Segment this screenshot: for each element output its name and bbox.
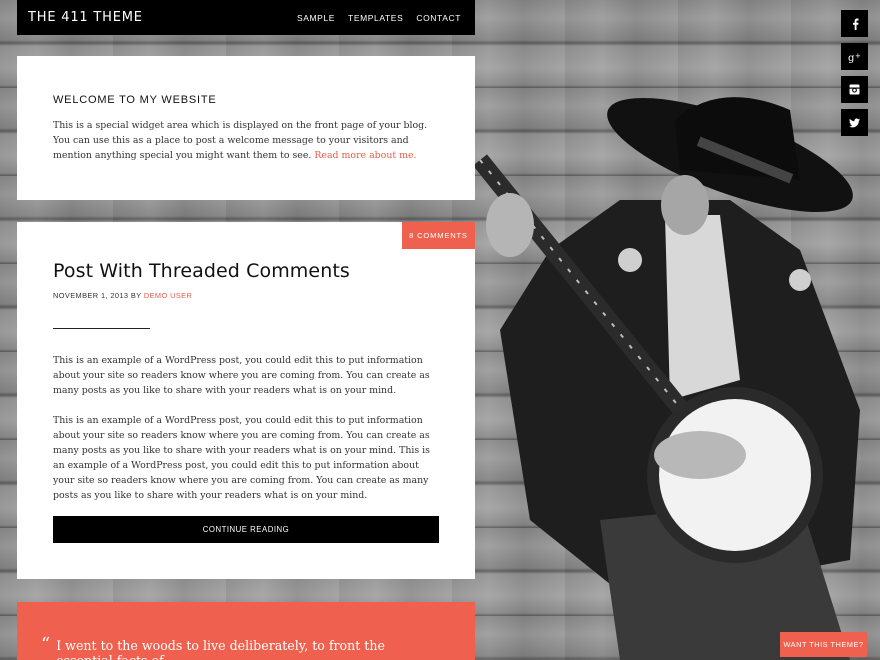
banjo-player-photo bbox=[472, 97, 860, 660]
social-icons: g + bbox=[841, 10, 868, 136]
nav-item-templates[interactable]: TEMPLATES bbox=[348, 13, 403, 23]
comments-count-badge[interactable]: 8 COMMENTS bbox=[402, 222, 475, 249]
nav-item-contact[interactable]: CONTACT bbox=[416, 13, 461, 23]
post-meta: NOVEMBER 1, 2013 BY DEMO USER bbox=[53, 291, 439, 300]
primary-nav: SAMPLE TEMPLATES CONTACT bbox=[297, 13, 461, 23]
google-plus-icon[interactable]: g + bbox=[841, 43, 868, 70]
read-more-link[interactable]: Read more about me. bbox=[314, 150, 416, 161]
svg-text:+: + bbox=[855, 52, 861, 60]
facebook-icon[interactable] bbox=[841, 10, 868, 37]
welcome-widget: WELCOME TO MY WEBSITE This is a special … bbox=[17, 56, 475, 200]
nav-item-sample[interactable]: SAMPLE bbox=[297, 13, 335, 23]
quote-text: I went to the woods to live deliberately… bbox=[56, 638, 385, 660]
want-this-theme-button[interactable]: WANT THIS THEME? bbox=[780, 632, 867, 657]
quote-mark: “ bbox=[41, 634, 51, 655]
widget-title: WELCOME TO MY WEBSITE bbox=[53, 94, 217, 106]
post-title[interactable]: Post With Threaded Comments bbox=[53, 260, 439, 282]
welcome-text: This is a special widget area which is d… bbox=[53, 118, 439, 163]
post-date: NOVEMBER 1, 2013 BY bbox=[53, 291, 142, 300]
site-title[interactable]: THE 411 THEME bbox=[28, 10, 143, 25]
twitter-icon[interactable] bbox=[841, 109, 868, 136]
quote-widget: “ I went to the woods to live deliberate… bbox=[17, 602, 475, 660]
post-divider bbox=[53, 328, 150, 329]
post-paragraph: This is an example of a WordPress post, … bbox=[53, 355, 430, 396]
post-card: 8 COMMENTS Post With Threaded Comments N… bbox=[17, 222, 475, 579]
post-paragraph: This is an example of a WordPress post, … bbox=[53, 415, 430, 501]
instagram-icon[interactable] bbox=[841, 76, 868, 103]
svg-text:g: g bbox=[848, 53, 855, 63]
continue-reading-button[interactable]: CONTINUE READING bbox=[53, 516, 439, 543]
post-author-link[interactable]: DEMO USER bbox=[144, 291, 192, 300]
site-header: THE 411 THEME SAMPLE TEMPLATES CONTACT bbox=[17, 0, 475, 35]
